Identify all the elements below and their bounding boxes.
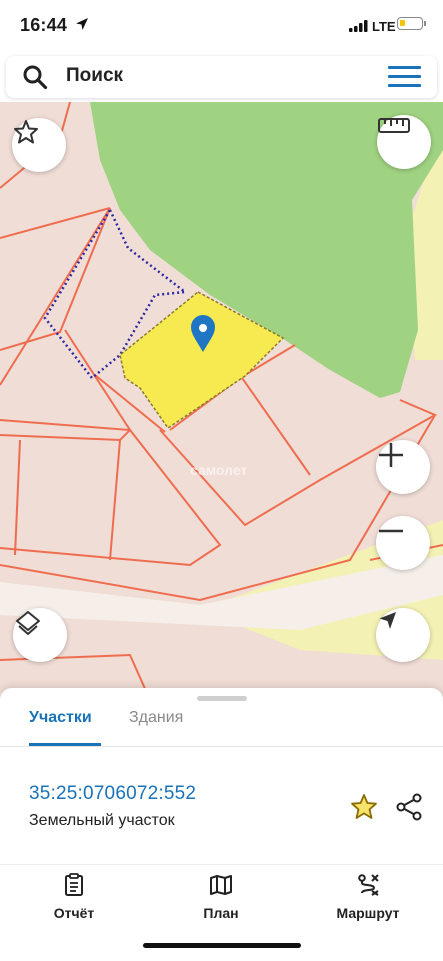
location-arrow-icon [76, 18, 88, 30]
bottom-navigation: Отчёт План Маршрут [0, 864, 443, 961]
map-view[interactable]: самолет [0, 102, 443, 700]
favorites-button[interactable] [12, 118, 66, 172]
nav-plan[interactable]: План [171, 873, 271, 921]
layers-icon [16, 611, 40, 635]
status-bar: 16:44 LTE [0, 0, 443, 54]
favorite-star-icon[interactable] [349, 792, 379, 822]
search-input[interactable]: Поиск [66, 65, 123, 87]
tab-parcels[interactable]: Участки [29, 709, 92, 727]
zoom-out-icon [379, 529, 403, 533]
battery-icon [397, 17, 423, 30]
signal-icon [349, 20, 368, 32]
search-icon[interactable] [22, 64, 48, 90]
nav-report[interactable]: Отчёт [24, 873, 124, 921]
navigation-arrow-icon [379, 612, 396, 629]
hamburger-menu-icon[interactable] [388, 66, 421, 88]
cadastral-number[interactable]: 35:25:0706072:552 [29, 783, 196, 805]
ruler-button[interactable] [377, 115, 431, 169]
zoom-out-button[interactable] [376, 516, 430, 570]
tab-buildings[interactable]: Здания [129, 709, 183, 727]
nav-route[interactable]: Маршрут [318, 873, 418, 921]
star-outline-icon [14, 120, 38, 144]
home-indicator [143, 943, 301, 948]
zoom-in-icon [379, 443, 403, 467]
nav-report-label: Отчёт [53, 905, 95, 921]
nav-plan-label: План [203, 905, 239, 921]
search-bar[interactable]: Поиск [6, 56, 437, 98]
layers-button[interactable] [13, 608, 67, 662]
nav-route-label: Маршрут [336, 905, 400, 921]
my-location-button[interactable] [376, 608, 430, 662]
zoom-in-button[interactable] [376, 440, 430, 494]
status-time: 16:44 [20, 15, 68, 35]
battery-tip [424, 21, 426, 26]
parcel-type-label: Земельный участок [29, 812, 175, 829]
map-watermark: самолет [190, 462, 248, 478]
network-type: LTE [372, 19, 396, 34]
route-icon [358, 874, 379, 896]
sheet-grabber[interactable] [197, 696, 247, 701]
report-icon [65, 873, 83, 896]
tab-divider [0, 746, 443, 747]
ruler-icon [378, 118, 410, 133]
parcel-info-sheet[interactable]: Участки Здания 35:25:0706072:552 Земельн… [0, 688, 443, 864]
share-icon[interactable] [394, 792, 424, 822]
map-plan-icon [210, 875, 232, 895]
